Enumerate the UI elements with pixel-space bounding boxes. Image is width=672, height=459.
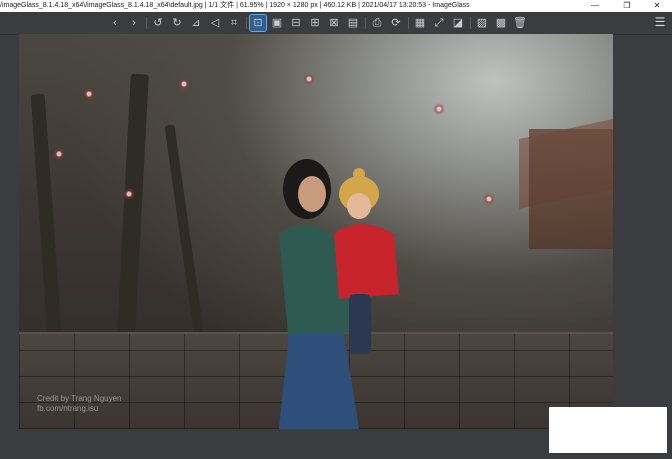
lock-zoom-button[interactable]: ▣	[269, 15, 285, 31]
photo-blossom	[89, 164, 169, 224]
overlay-panel	[549, 407, 667, 453]
scale-to-fit-button[interactable]: ⊠	[326, 15, 342, 31]
image-viewer[interactable]: Credit by Trang Nguyen fb.com/ntrang.isu	[19, 34, 613, 429]
minimize-button[interactable]: —	[580, 0, 610, 12]
flip-vertical-button[interactable]: ◁	[207, 15, 223, 31]
slideshow-button[interactable]: ◪	[450, 15, 466, 31]
next-image-button[interactable]: ›	[126, 15, 142, 31]
gallery-icon: ▦	[414, 17, 426, 29]
credit-line: Credit by Trang Nguyen	[37, 394, 122, 403]
credit-link: fb.com/ntrang.isu	[37, 404, 99, 413]
crop-button[interactable]: ⌗	[226, 15, 242, 31]
trash-icon: 🗑	[513, 17, 527, 29]
toolbar-divider	[470, 17, 471, 29]
auto-zoom-button[interactable]: ⊡	[249, 14, 267, 32]
refresh-button[interactable]: ⟳	[388, 15, 404, 31]
prev-image-button[interactable]: ‹	[107, 15, 123, 31]
photo-house	[529, 129, 613, 249]
flip-horizontal-button[interactable]: ⊿	[188, 15, 204, 31]
scale-width-icon: ⊟	[291, 17, 301, 29]
maximize-button[interactable]: ❐	[612, 0, 642, 12]
scale-to-width-button[interactable]: ⊟	[288, 15, 304, 31]
close-button[interactable]: ✕	[642, 0, 672, 12]
photo-blossom	[449, 174, 529, 224]
window-title: /imageGlass_8.1.4.18_x64\/imageGlass_8.1…	[0, 2, 470, 9]
scale-to-fill-button[interactable]: ▤	[345, 15, 361, 31]
open-with-button[interactable]: ⎙	[369, 15, 385, 31]
set-wallpaper-button[interactable]: ▨	[474, 15, 490, 31]
photo-credit: Credit by Trang Nguyen fb.com/ntrang.isu	[37, 394, 122, 414]
scale-to-height-button[interactable]: ⊞	[307, 15, 323, 31]
photo-blossom	[19, 124, 99, 184]
toolbar: ‹ › ↺ ↻ ⊿ ◁ ⌗ ⊡ ▣ ⊟ ⊞ ⊠ ▤ ⎙ ⟳ ▦ ⤢ ◪ ▨ ▩ …	[0, 12, 672, 35]
refresh-icon: ⟳	[391, 17, 401, 29]
flip-vertical-icon: ◁	[210, 17, 220, 29]
photo-blossom	[59, 74, 119, 114]
rotate-right-button[interactable]: ↻	[169, 15, 185, 31]
lock-zoom-icon: ▣	[271, 17, 283, 29]
slideshow-icon: ◪	[452, 17, 464, 29]
printer-icon: ⎙	[372, 17, 382, 29]
grid-icon: ▩	[495, 17, 507, 29]
chevron-left-icon: ‹	[113, 17, 117, 29]
auto-zoom-icon: ⊡	[253, 17, 263, 29]
photo-blossom	[379, 64, 499, 154]
photo-subjects	[279, 159, 399, 429]
image-icon: ▨	[476, 17, 488, 29]
title-bar: /imageGlass_8.1.4.18_x64\/imageGlass_8.1…	[0, 0, 672, 12]
rotate-right-icon: ↻	[172, 17, 182, 29]
toolbar-divider	[146, 17, 147, 29]
scale-height-icon: ⊞	[310, 17, 320, 29]
photo-blossom	[139, 54, 229, 114]
flip-horizontal-icon: ⊿	[191, 17, 201, 29]
photo-blossom	[249, 44, 369, 114]
toolbar-divider	[246, 17, 247, 29]
scale-fill-icon: ▤	[347, 17, 359, 29]
crop-icon: ⌗	[230, 17, 238, 29]
rotate-left-icon: ↺	[153, 17, 163, 29]
chevron-right-icon: ›	[132, 17, 136, 29]
toolbar-divider	[365, 17, 366, 29]
delete-button[interactable]: 🗑	[512, 15, 528, 31]
toolbar-divider	[408, 17, 409, 29]
main-menu-button[interactable]: ☰	[652, 15, 668, 31]
fullscreen-button[interactable]: ⤢	[431, 15, 447, 31]
rotate-left-button[interactable]: ↺	[150, 15, 166, 31]
gallery-toggle-button[interactable]: ▦	[412, 15, 428, 31]
fullscreen-icon: ⤢	[434, 17, 444, 29]
hamburger-icon: ☰	[654, 15, 666, 29]
scale-fit-icon: ⊠	[329, 17, 339, 29]
thumbnail-grid-button[interactable]: ▩	[493, 15, 509, 31]
